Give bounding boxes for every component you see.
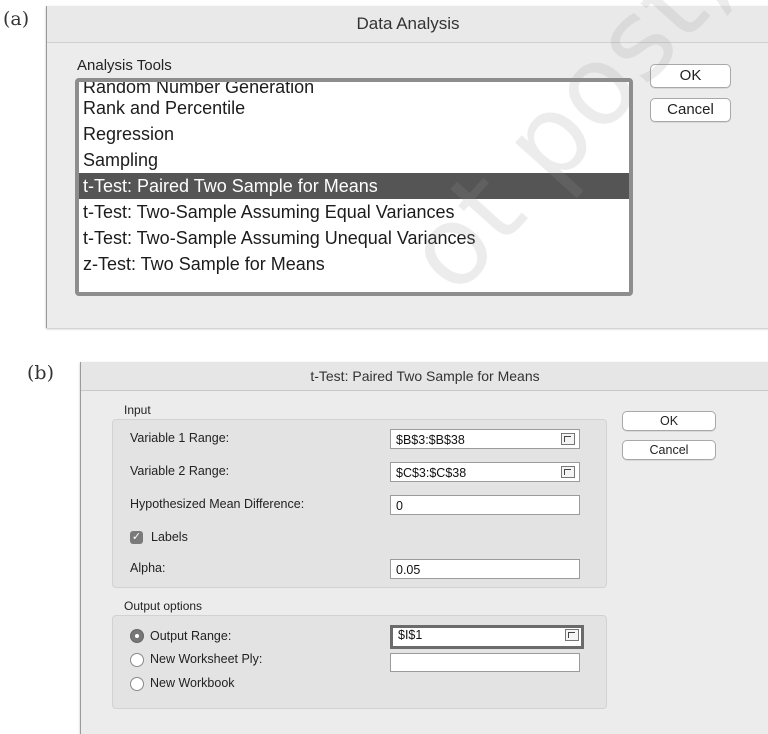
- list-item-selected[interactable]: t-Test: Paired Two Sample for Means: [79, 173, 629, 199]
- variable-1-range-input[interactable]: $B$3:$B$38: [390, 429, 580, 449]
- output-range-value: $I$1: [398, 628, 423, 642]
- ok-button[interactable]: OK: [650, 64, 731, 88]
- alpha-input[interactable]: 0.05: [390, 559, 580, 579]
- output-options-group: Output Range: $I$1 New Worksheet Ply: Ne…: [112, 615, 607, 709]
- output-range-input[interactable]: $I$1: [390, 625, 584, 649]
- cancel-button[interactable]: Cancel: [622, 440, 716, 460]
- variable-1-range-value: $B$3:$B$38: [396, 433, 465, 447]
- alpha-label: Alpha:: [130, 561, 166, 575]
- dialog-title: t-Test: Paired Two Sample for Means: [81, 362, 768, 391]
- list-item[interactable]: Random Number Generation: [79, 82, 629, 95]
- range-picker-icon[interactable]: [561, 466, 575, 478]
- panel-b-label: (b): [27, 362, 54, 384]
- data-analysis-dialog: Data Analysis Analysis Tools Random Numb…: [46, 6, 768, 328]
- list-item[interactable]: t-Test: Two-Sample Assuming Equal Varian…: [79, 199, 629, 225]
- new-worksheet-ply-radio[interactable]: [130, 653, 144, 667]
- new-workbook-label: New Workbook: [150, 676, 235, 690]
- list-item[interactable]: t-Test: Two-Sample Assuming Unequal Vari…: [79, 225, 629, 251]
- new-workbook-radio[interactable]: [130, 677, 144, 691]
- output-range-radio[interactable]: [130, 629, 144, 643]
- ttest-dialog: t-Test: Paired Two Sample for Means Inpu…: [80, 362, 768, 734]
- range-picker-icon[interactable]: [565, 629, 579, 641]
- input-group: Variable 1 Range: $B$3:$B$38 Variable 2 …: [112, 419, 607, 588]
- alpha-value: 0.05: [396, 563, 421, 577]
- panel-a-label: (a): [3, 8, 30, 30]
- list-item[interactable]: Regression: [79, 121, 629, 147]
- output-options-label: Output options: [124, 599, 203, 613]
- hypothesized-mean-difference-value: 0: [396, 499, 403, 513]
- list-item[interactable]: Sampling: [79, 147, 629, 173]
- range-picker-icon[interactable]: [561, 433, 575, 445]
- list-item[interactable]: z-Test: Two Sample for Means: [79, 251, 629, 277]
- hypothesized-mean-difference-label: Hypothesized Mean Difference:: [130, 497, 305, 511]
- cancel-button[interactable]: Cancel: [650, 98, 731, 122]
- new-worksheet-ply-input[interactable]: [390, 653, 580, 672]
- variable-2-range-value: $C$3:$C$38: [396, 466, 467, 480]
- variable-2-range-label: Variable 2 Range:: [130, 464, 230, 478]
- labels-label: Labels: [151, 530, 188, 544]
- input-group-label: Input: [124, 403, 151, 417]
- dialog-title: Data Analysis: [47, 6, 768, 43]
- analysis-tools-list[interactable]: Random Number Generation Rank and Percen…: [75, 78, 633, 296]
- new-worksheet-ply-label: New Worksheet Ply:: [150, 652, 263, 666]
- labels-checkbox[interactable]: ✓: [130, 531, 143, 544]
- list-item[interactable]: Rank and Percentile: [79, 95, 629, 121]
- ok-button[interactable]: OK: [622, 411, 716, 431]
- variable-1-range-label: Variable 1 Range:: [130, 431, 230, 445]
- output-range-label: Output Range:: [150, 629, 232, 643]
- variable-2-range-input[interactable]: $C$3:$C$38: [390, 462, 580, 482]
- hypothesized-mean-difference-input[interactable]: 0: [390, 495, 580, 515]
- analysis-tools-label: Analysis Tools: [77, 57, 172, 74]
